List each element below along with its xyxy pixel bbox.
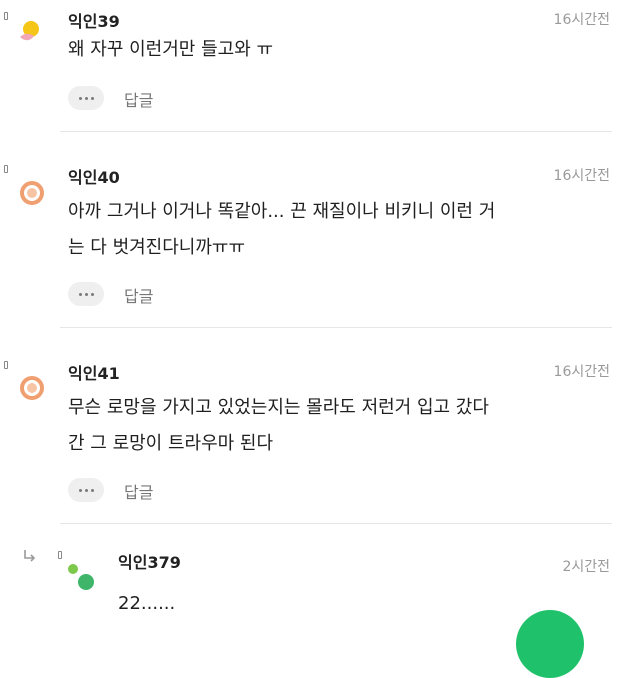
more-options-button[interactable]: [68, 478, 104, 502]
comment-author[interactable]: 익인41: [68, 360, 120, 384]
orange-ring-icon: [20, 181, 44, 205]
reply-button[interactable]: 답글: [124, 87, 153, 111]
marker-icon: [4, 12, 8, 20]
comment-time: 16시간전: [553, 168, 610, 184]
comment-author[interactable]: 익인39: [68, 8, 120, 32]
orange-ring-icon: [20, 376, 44, 400]
green-dots-icon: [68, 564, 94, 590]
comment-body: 무슨 로망을 가지고 있었는지는 몰라도 저런거 입고 갔다 간 그 로망이 트…: [68, 390, 628, 462]
reply-arrow-icon: [24, 550, 36, 562]
marker-icon: [4, 361, 8, 369]
divider: [60, 523, 612, 524]
floating-action-button[interactable]: [516, 610, 584, 678]
comment-line: 무슨 로망을 가지고 있었는지는 몰라도 저런거 입고 갔다: [68, 397, 489, 418]
comment-body: 왜 자꾸 이런거만 들고와 ㅠ: [68, 32, 628, 68]
divider: [60, 327, 612, 328]
reply-time: 2시간전: [562, 559, 610, 575]
comment-line: 왜 자꾸 이런거만 들고와 ㅠ: [68, 39, 274, 60]
comment-time: 16시간전: [553, 364, 610, 380]
divider: [60, 131, 612, 132]
comment-author[interactable]: 익인40: [68, 164, 120, 188]
more-options-button[interactable]: [68, 86, 104, 110]
sun-flower-icon: [20, 21, 39, 41]
reply-button[interactable]: 답글: [124, 479, 153, 503]
marker-icon: [58, 551, 62, 559]
comment-body: 아까 그거나 이거나 똑같아... 끈 재질이나 비키니 이런 거 는 다 벗겨…: [68, 194, 628, 266]
reply-body: 22......: [118, 593, 176, 614]
more-options-button[interactable]: [68, 282, 104, 306]
comment-time: 16시간전: [553, 12, 610, 28]
reply-author[interactable]: 익인379: [118, 549, 181, 573]
comment-line: 아까 그거나 이거나 똑같아... 끈 재질이나 비키니 이런 거: [68, 201, 496, 222]
comment-line: 는 다 벗겨진다니까ㅠㅠ: [68, 237, 246, 258]
marker-icon: [4, 165, 8, 173]
comment-line: 간 그 로망이 트라우마 된다: [68, 433, 274, 454]
reply-button[interactable]: 답글: [124, 283, 153, 307]
